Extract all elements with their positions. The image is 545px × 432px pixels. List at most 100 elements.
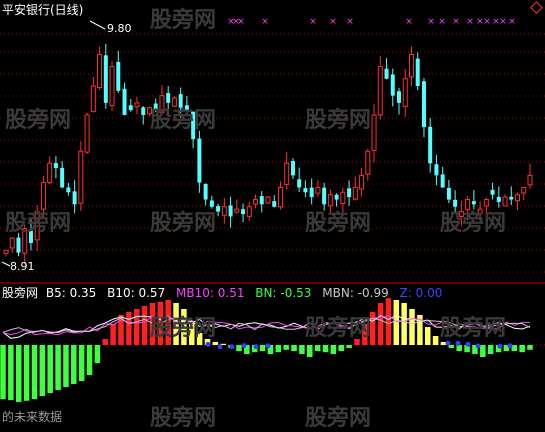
candlestick [203, 183, 208, 200]
indicator-bar [0, 345, 6, 399]
candlestick [322, 187, 327, 205]
indicator-bar [291, 345, 297, 351]
candlestick [527, 174, 533, 186]
indicator-header: 股旁网 B5: 0.35 B10: 0.57 MB10: 0.51 BN: -0… [2, 286, 442, 300]
indicator-dot [507, 343, 513, 349]
indicator-bar [31, 345, 38, 399]
candlestick [402, 78, 408, 107]
indicator-bar [307, 345, 313, 357]
watermark: 股旁网 [150, 211, 217, 236]
signal-mark: × [508, 17, 516, 27]
candlestick [228, 205, 233, 217]
candlestick [290, 160, 295, 176]
candlestick [122, 88, 127, 115]
watermark: 股旁网 [305, 316, 372, 341]
signal-mark: × [483, 17, 491, 27]
signal-mark: × [237, 17, 245, 27]
signal-mark: × [261, 17, 269, 27]
indicator-bar [424, 327, 431, 345]
candlestick [246, 206, 252, 217]
watermark: 股旁网 [305, 211, 372, 236]
indicator-bar [8, 345, 14, 401]
indicator-bar [236, 345, 242, 351]
signal-mark: × [309, 17, 317, 27]
candlestick [259, 196, 264, 205]
indicator-bar [448, 345, 455, 348]
indicator-dot [475, 343, 481, 349]
candlestick [365, 150, 371, 175]
candlestick [421, 81, 426, 128]
candlestick [521, 186, 527, 194]
candlestick [221, 206, 227, 216]
candlestick [253, 199, 259, 205]
signal-mark: × [438, 17, 446, 27]
candlestick [371, 114, 377, 151]
indicator-bar [338, 345, 344, 351]
candlestick [434, 164, 439, 176]
candlestick [90, 85, 96, 113]
candlestick [303, 188, 308, 193]
indicator-bar [314, 345, 321, 351]
candlestick [340, 191, 346, 205]
candlestick [103, 55, 108, 103]
indicator-bar [71, 345, 77, 384]
candlestick [440, 174, 445, 188]
indicator-bn: BN: -0.53 [255, 286, 312, 300]
candlestick [72, 191, 77, 205]
candlestick [359, 174, 365, 190]
candlestick [509, 196, 514, 200]
signal-mark: × [452, 17, 460, 27]
candlestick [97, 54, 103, 89]
candlestick [377, 66, 383, 116]
candlestick [241, 209, 246, 215]
candlestick [397, 91, 401, 103]
indicator-bar [440, 342, 447, 345]
candlestick [515, 194, 521, 202]
candlestick [84, 114, 90, 153]
candlestick [234, 208, 240, 213]
indicator-dot [265, 343, 271, 349]
indicator-name: 股旁网 [2, 286, 39, 300]
watermark: 股旁网 [5, 108, 72, 133]
candlestick [66, 187, 71, 193]
candlestick [352, 186, 358, 200]
candlestick [141, 107, 146, 115]
indicator-bar [299, 345, 305, 354]
indicator-dot [465, 341, 471, 347]
indicator-bar [275, 345, 282, 353]
indicator-bar [86, 345, 93, 375]
candlestick [197, 138, 202, 183]
indicator-bar [527, 345, 533, 350]
candlestick [3, 249, 9, 254]
candlestick [496, 196, 501, 202]
candlestick [446, 187, 451, 200]
indicator-bar [385, 298, 392, 345]
signal-mark: × [499, 17, 507, 27]
candlestick [284, 162, 290, 185]
indicator-bar [480, 345, 486, 357]
candlestick [9, 237, 15, 249]
footer-text: 的未来数据 [2, 410, 63, 424]
watermark: 股旁网 [440, 316, 507, 341]
candlestick [297, 179, 302, 188]
indicator-bar [330, 345, 337, 354]
candlestick [128, 105, 133, 111]
indicator-dot [497, 343, 503, 349]
indicator-bar [15, 345, 22, 402]
indicator-bar [409, 309, 415, 345]
indicator-bar [456, 345, 462, 351]
candlestick [109, 66, 115, 106]
indicator-bar [432, 336, 439, 345]
watermark: 股旁网 [305, 108, 372, 133]
indicator-bar [322, 345, 329, 353]
indicator-bar [141, 306, 148, 345]
indicator-bar [377, 303, 384, 345]
candlestick [47, 162, 53, 184]
indicator-bar [212, 342, 219, 345]
candlestick [78, 150, 84, 204]
indicator-b10: B10: 0.57 [107, 286, 166, 300]
candlestick [334, 194, 339, 200]
candlestick [265, 196, 271, 204]
candlestick [53, 163, 58, 169]
indicator-bar [346, 345, 352, 348]
